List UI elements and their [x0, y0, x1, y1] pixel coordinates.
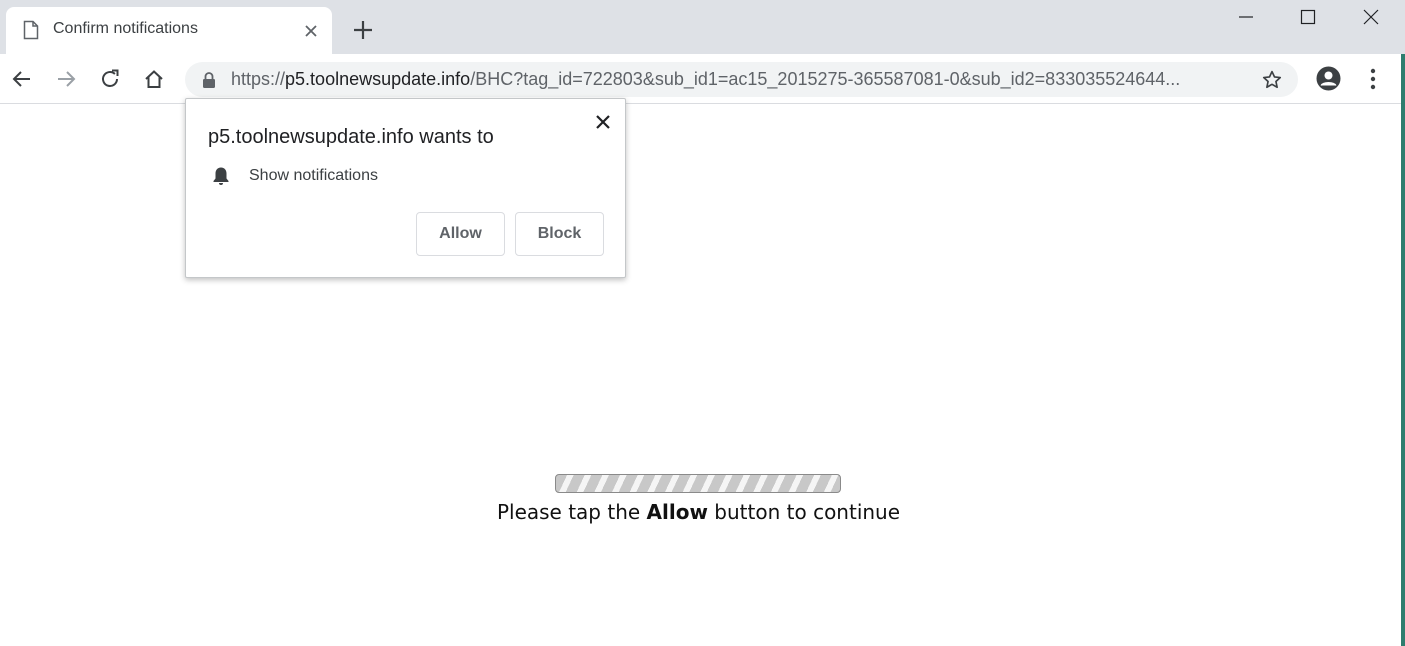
- maximize-icon: [1300, 9, 1316, 25]
- browser-tab[interactable]: Confirm notifications: [6, 7, 332, 54]
- url-host: p5.toolnewsupdate.info: [285, 69, 471, 89]
- plus-icon[interactable]: [351, 18, 375, 42]
- minimize-icon: [1239, 16, 1253, 18]
- address-bar[interactable]: https://p5.toolnewsupdate.info/BHC?tag_i…: [185, 62, 1298, 97]
- more-vertical-dots: [1370, 68, 1376, 90]
- star-icon[interactable]: [1261, 69, 1283, 91]
- more-vertical-icon[interactable]: [1365, 66, 1381, 92]
- arrow-right-icon: [58, 71, 76, 87]
- minimize-button[interactable]: [1215, 0, 1277, 34]
- browser-toolbar: https://p5.toolnewsupdate.info/BHC?tag_i…: [0, 54, 1405, 104]
- close-icon: [1363, 9, 1379, 25]
- arrow-left-icon: [12, 71, 30, 87]
- close-icon[interactable]: [594, 113, 612, 131]
- lock-icon[interactable]: [202, 72, 216, 88]
- reload-icon: [102, 69, 119, 87]
- block-button[interactable]: Block: [515, 212, 604, 256]
- bell-icon: [213, 167, 229, 185]
- progress-bar: [555, 474, 841, 493]
- popup-title: p5.toolnewsupdate.info wants to: [208, 126, 494, 148]
- account-circle-icon[interactable]: [1316, 66, 1341, 91]
- page-icon: [23, 20, 39, 40]
- tab-close-button[interactable]: [301, 21, 321, 41]
- message-prefix: Please tap the: [496, 500, 647, 524]
- url-path: /BHC?tag_id=722803&sub_id1=ac15_2015275-…: [470, 69, 1181, 89]
- home-icon: [145, 70, 163, 88]
- desktop-edge: [1401, 54, 1405, 646]
- back-button[interactable]: [9, 66, 35, 92]
- permission-label: Show notifications: [249, 167, 378, 184]
- tab-strip: Confirm notifications: [0, 0, 1405, 54]
- forward-button[interactable]: [53, 66, 79, 92]
- notification-permission-popup: p5.toolnewsupdate.info wants to Show not…: [185, 98, 626, 278]
- url-scheme: https://: [231, 69, 286, 89]
- allow-button[interactable]: Allow: [416, 212, 505, 256]
- continue-message: Please tap the Allow button to continue: [0, 500, 1397, 524]
- url-text[interactable]: https://p5.toolnewsupdate.info/BHC?tag_i…: [231, 69, 1245, 90]
- progress-fill: [556, 475, 840, 492]
- tab-title: Confirm notifications: [53, 20, 198, 37]
- maximize-button[interactable]: [1277, 0, 1339, 34]
- home-button[interactable]: [141, 66, 167, 92]
- message-suffix: button to continue: [707, 500, 901, 524]
- message-bold: Allow: [646, 500, 708, 524]
- window-close-button[interactable]: [1340, 0, 1402, 34]
- close-icon: [305, 25, 317, 37]
- reload-button[interactable]: [97, 66, 123, 92]
